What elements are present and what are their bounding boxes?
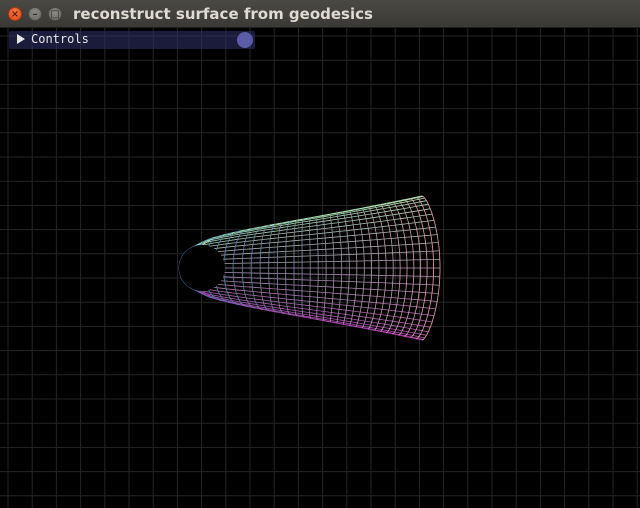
3d-viewport[interactable] bbox=[0, 28, 640, 508]
panel-resize-grip[interactable] bbox=[237, 32, 253, 48]
surface-hole bbox=[179, 245, 225, 291]
scene-canvas[interactable] bbox=[0, 28, 640, 508]
close-button[interactable]: × bbox=[8, 7, 22, 21]
minimize-button[interactable]: – bbox=[28, 7, 42, 21]
expand-arrow-icon[interactable] bbox=[17, 34, 25, 44]
window-title: reconstruct surface from geodesics bbox=[73, 5, 373, 23]
maximize-button[interactable]: □ bbox=[48, 7, 62, 21]
controls-panel[interactable]: Controls bbox=[9, 31, 255, 49]
controls-label: Controls bbox=[31, 32, 89, 46]
title-bar[interactable]: × – □ reconstruct surface from geodesics bbox=[0, 0, 640, 28]
